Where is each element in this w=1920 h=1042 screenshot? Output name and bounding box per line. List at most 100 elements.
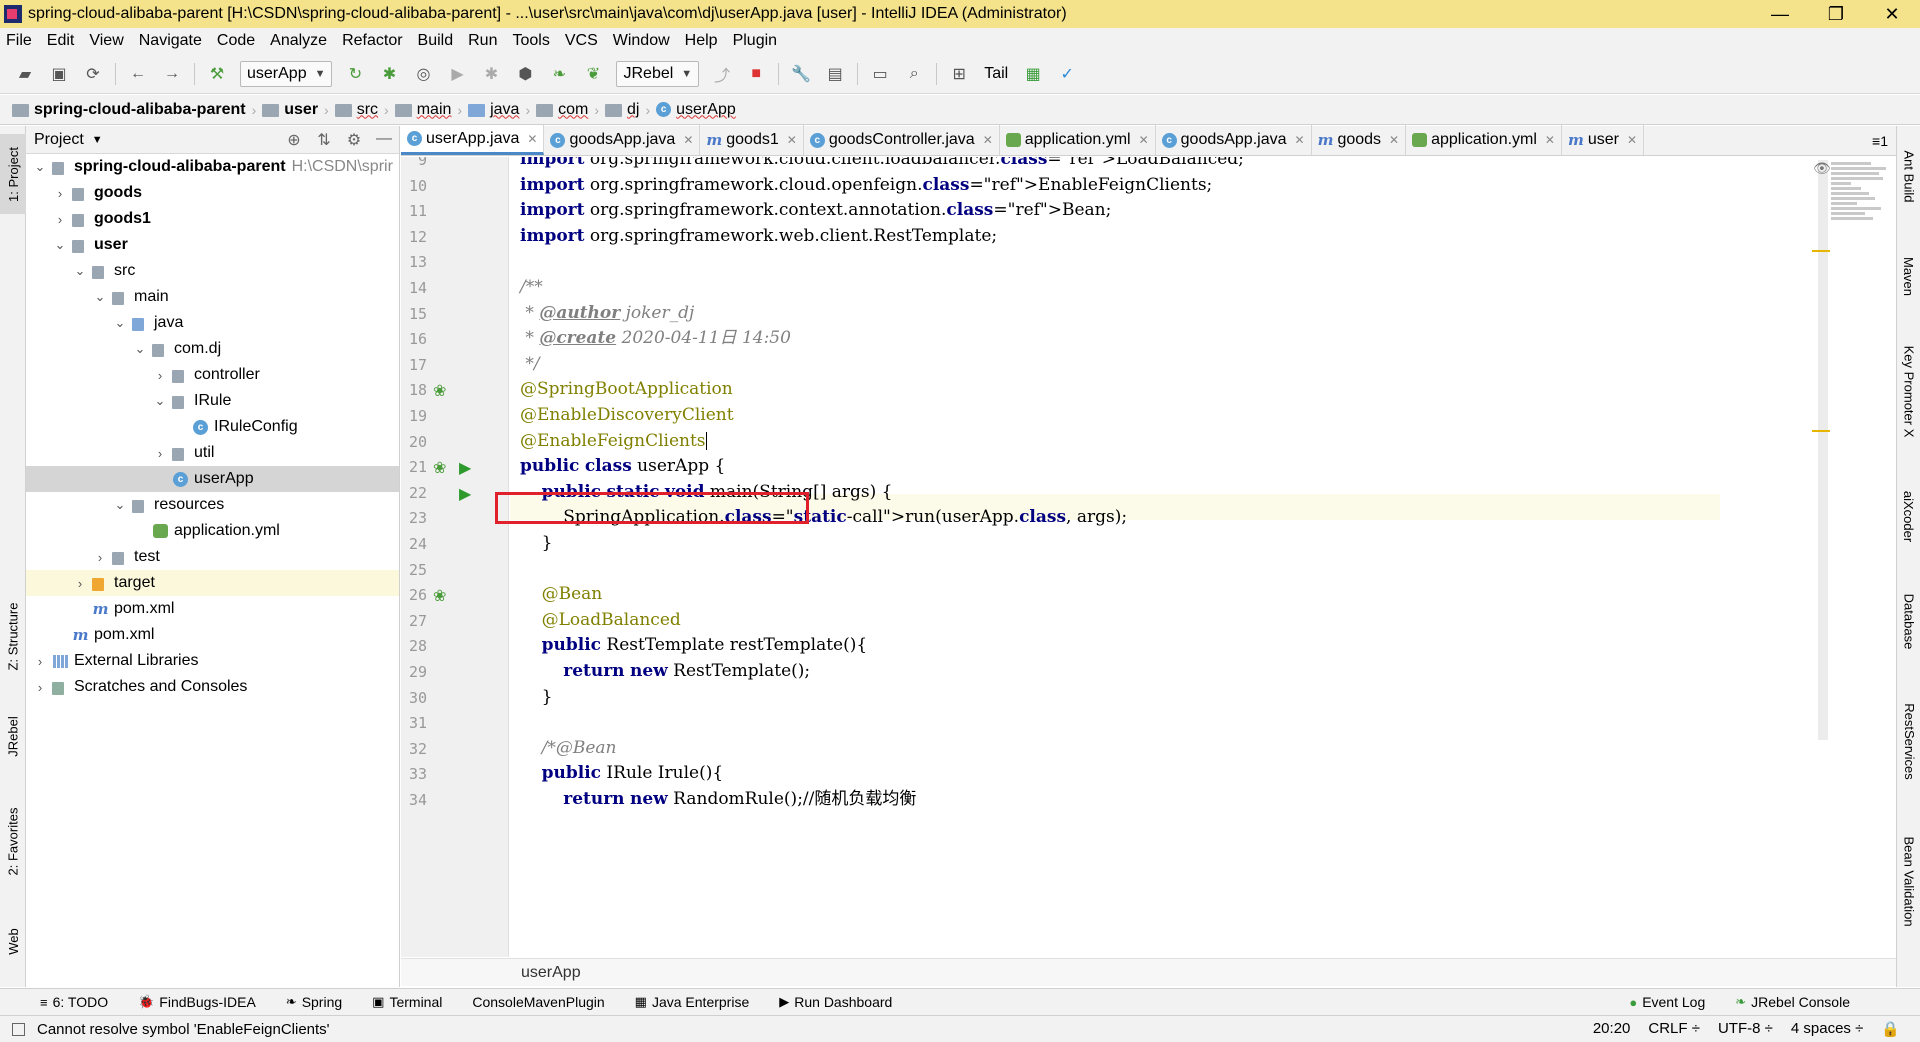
close-icon[interactable]: ✕ [787, 133, 797, 147]
tree-item[interactable]: ⌄ main [26, 284, 399, 310]
tree-item[interactable]: ⌄ resources [26, 492, 399, 518]
tree-item[interactable]: c userApp [26, 466, 399, 492]
code-editor[interactable]: import org.springframework.cloud.client.… [510, 157, 1720, 957]
menu-view[interactable]: View [89, 32, 123, 50]
code-line[interactable]: return new RandomRule();//随机负载均衡 [520, 787, 916, 812]
jrebel-debug-icon[interactable]: ❦ [583, 64, 603, 84]
code-line[interactable]: /** [520, 275, 543, 300]
line-separator[interactable]: CRLF ÷ [1648, 1020, 1700, 1038]
tool-window-button[interactable]: ● Event Log [1629, 994, 1705, 1010]
tree-item[interactable]: application.yml [26, 518, 399, 544]
breadcrumb-item[interactable]: dj › [605, 101, 656, 119]
indent-setting[interactable]: 4 spaces ÷ [1791, 1020, 1863, 1038]
code-line[interactable]: import org.springframework.web.client.Re… [520, 224, 997, 249]
chevron-right-icon[interactable]: › [152, 446, 168, 461]
search-icon[interactable]: ⌕ [904, 64, 924, 84]
breadcrumb-item[interactable]: c userApp [656, 101, 736, 119]
breadcrumb-item[interactable]: main › [394, 101, 468, 119]
warning-marker[interactable] [1812, 250, 1830, 252]
close-icon[interactable]: ✕ [1139, 133, 1149, 147]
close-icon[interactable]: ✕ [1627, 133, 1637, 147]
stop-icon[interactable]: ■ [746, 64, 766, 84]
check-circle-icon[interactable]: ✓ [1057, 64, 1077, 84]
code-line[interactable]: import org.springframework.context.annot… [520, 198, 1111, 223]
debug-run-icon[interactable]: ✱ [481, 64, 501, 84]
close-icon[interactable]: ✕ [1389, 133, 1399, 147]
code-line[interactable]: } [520, 685, 553, 710]
code-line[interactable]: /*@Bean [520, 736, 617, 761]
breadcrumb-item[interactable]: spring-cloud-alibaba-parent › [12, 101, 262, 119]
run-gutter-icon[interactable]: ▶ [459, 458, 471, 478]
code-line[interactable]: @EnableFeignClients [520, 429, 707, 454]
tool-tab-ant-build[interactable]: Ant Build [1897, 131, 1920, 221]
tool-tab-aixcoder[interactable]: aiXcoder [1897, 471, 1920, 561]
code-structure-breadcrumb[interactable]: userApp [401, 958, 1896, 986]
tree-item[interactable]: ⌄ spring-cloud-alibaba-parent H:\CSDN\spri… [26, 154, 399, 180]
menu-refactor[interactable]: Refactor [342, 32, 402, 50]
forward-icon[interactable]: → [162, 64, 182, 84]
code-line[interactable]: } [520, 531, 553, 556]
code-line[interactable]: @Bean [520, 582, 603, 607]
tail-button[interactable]: Tail [984, 65, 1008, 83]
breadcrumb-item[interactable]: user › [262, 101, 334, 119]
run-icon[interactable]: ▶ [447, 64, 467, 84]
profile-icon[interactable]: ⬢ [515, 64, 535, 84]
editor-scrollbar[interactable] [1818, 160, 1828, 740]
tab-list-icon[interactable]: ≡1 [1872, 133, 1896, 149]
editor-tab[interactable]: c goodsApp.java ✕ [1156, 125, 1312, 155]
tree-item[interactable]: ⌄ IRule [26, 388, 399, 414]
vcs-icon[interactable]: ⊞ [949, 64, 969, 84]
lock-icon[interactable]: 🔒 [1881, 1020, 1900, 1038]
chevron-down-icon[interactable]: ⌄ [132, 341, 148, 357]
code-line[interactable]: public class userApp { [520, 454, 725, 479]
back-icon[interactable]: ← [128, 64, 148, 84]
code-line[interactable]: @LoadBalanced [520, 608, 681, 633]
code-line[interactable]: import org.springframework.cloud.openfei… [520, 173, 1212, 198]
tool-tab-project[interactable]: 1: Project [0, 134, 26, 214]
coverage-icon[interactable]: ◎ [413, 64, 433, 84]
chevron-down-icon[interactable]: ⌄ [52, 237, 68, 253]
chevron-down-icon[interactable]: ⌄ [112, 497, 128, 513]
tool-window-button[interactable]: 🐞 FindBugs-IDEA [138, 994, 256, 1010]
code-line[interactable]: @SpringBootApplication [520, 377, 733, 402]
spring-bean-icon[interactable]: ❀ [433, 586, 446, 606]
close-icon[interactable]: ✕ [527, 132, 537, 146]
statistic-icon[interactable]: ▦ [1023, 64, 1043, 84]
menu-edit[interactable]: Edit [47, 32, 75, 50]
code-line[interactable]: @EnableDiscoveryClient [520, 403, 734, 428]
menu-vcs[interactable]: VCS [565, 32, 598, 50]
chevron-right-icon[interactable]: › [92, 550, 108, 565]
tool-window-button[interactable]: ❧ Spring [286, 994, 342, 1010]
chevron-down-icon[interactable]: ⌄ [92, 289, 108, 305]
restore-button[interactable]: ❐ [1808, 0, 1864, 28]
editor-tab[interactable]: c goodsApp.java ✕ [544, 125, 701, 155]
code-line[interactable]: public IRule Irule(){ [520, 761, 724, 786]
tree-item[interactable]: › goods [26, 180, 399, 206]
tool-window-button[interactable]: ConsoleMavenPlugin [472, 994, 604, 1010]
run-gutter-icon[interactable]: ▶ [459, 484, 471, 504]
warning-marker[interactable] [1812, 430, 1830, 432]
editor-tab[interactable]: c goodsController.java ✕ [804, 125, 1000, 155]
caret-position[interactable]: 20:20 [1593, 1020, 1631, 1038]
editor-tab[interactable]: c userApp.java ✕ [401, 125, 545, 155]
code-line[interactable]: * @author joker_dj [520, 301, 694, 326]
tree-item[interactable]: › test [26, 544, 399, 570]
editor-tab[interactable]: m user ✕ [1562, 125, 1645, 155]
tool-window-button[interactable]: ▣ Terminal [372, 994, 442, 1010]
build-hammer-icon[interactable]: ⚒ [207, 64, 227, 84]
tool-window-button[interactable]: ≡ 6: TODO [40, 994, 108, 1010]
chevron-down-icon[interactable]: ⌄ [152, 393, 168, 409]
tree-item[interactable]: › goods1 [26, 206, 399, 232]
jrebel-run-icon[interactable]: ❧ [549, 64, 569, 84]
code-line[interactable]: import org.springframework.cloud.client.… [520, 157, 1244, 172]
tree-item[interactable]: › External Libraries [26, 648, 399, 674]
menu-help[interactable]: Help [685, 32, 718, 50]
code-line[interactable]: * @create 2020-04-11日 14:50 [520, 326, 791, 351]
tree-item[interactable]: › Scratches and Consoles [26, 674, 399, 700]
file-encoding[interactable]: UTF-8 ÷ [1718, 1020, 1773, 1038]
chevron-right-icon[interactable]: › [152, 368, 168, 383]
locate-icon[interactable]: ⊕ [279, 130, 309, 150]
close-icon[interactable]: ✕ [683, 133, 693, 147]
chevron-right-icon[interactable]: › [52, 186, 68, 201]
eye-icon[interactable]: 👁 [1813, 160, 1831, 177]
